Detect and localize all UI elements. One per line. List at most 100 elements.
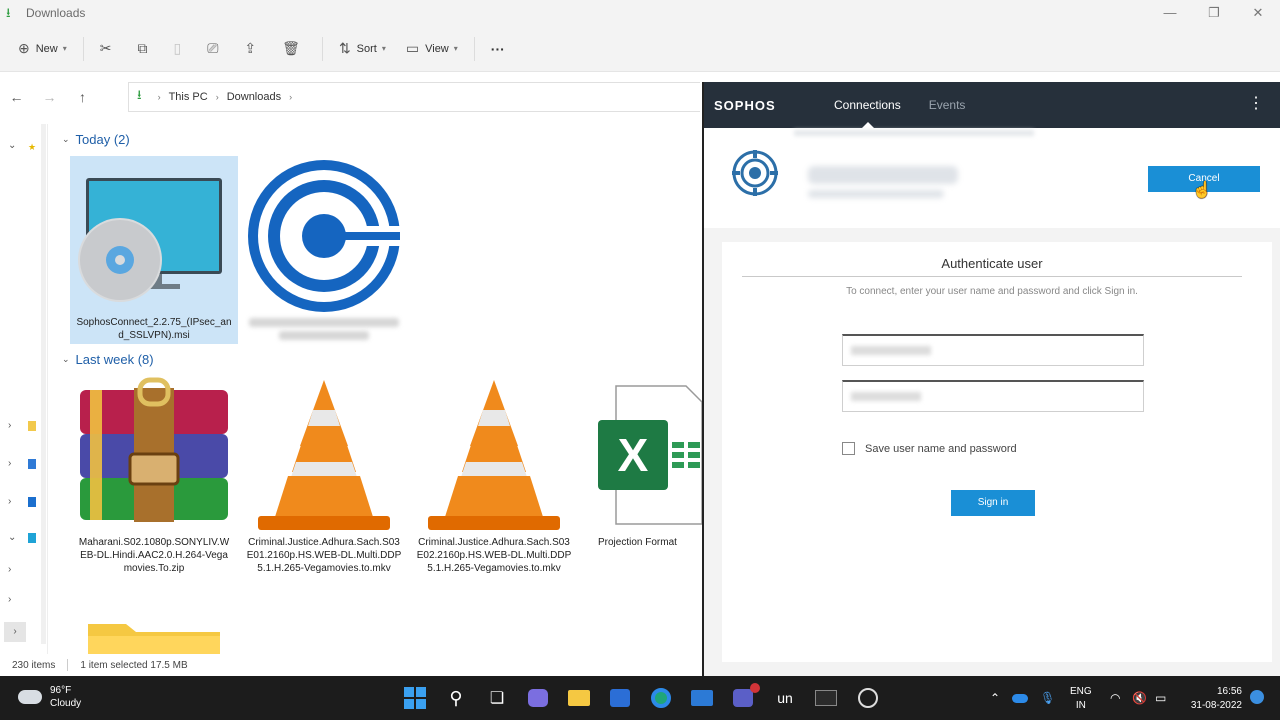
- file-name: Criminal.Justice.Adhura.Sach.S03E02.2160…: [416, 537, 572, 574]
- file-item[interactable]: Criminal.Justice.Adhura.Sach.S03E01.2160…: [240, 376, 408, 575]
- mail-button[interactable]: [687, 684, 717, 712]
- share-button[interactable]: ⇪: [234, 34, 272, 64]
- search-icon: ⚲: [449, 687, 463, 708]
- store-button[interactable]: [605, 684, 635, 712]
- task-view-icon: ❏: [489, 690, 505, 707]
- expand-chevron-icon[interactable]: ⌄: [8, 140, 16, 151]
- toolbar-divider: [473, 36, 475, 61]
- edge-button[interactable]: [646, 684, 676, 712]
- chevron-down-icon: ▾: [453, 44, 458, 53]
- maximize-icon[interactable]: ❐: [1192, 0, 1236, 26]
- hand-cursor-icon: ☝: [1192, 182, 1212, 199]
- delete-button[interactable]: 🗑: [272, 34, 316, 64]
- wifi-icon: ◠: [1110, 691, 1121, 705]
- search-button[interactable]: ⚲: [441, 684, 471, 712]
- file-explorer-taskbar-button[interactable]: [564, 684, 594, 712]
- back-arrow-icon[interactable]: ←: [0, 89, 33, 105]
- tab-events[interactable]: Events: [929, 98, 966, 112]
- installer-icon: [70, 156, 238, 316]
- rename-button[interactable]: ⎚: [197, 34, 234, 64]
- expand-chevron-icon[interactable]: ›: [8, 420, 11, 431]
- expand-chevron-icon[interactable]: ›: [8, 458, 11, 469]
- task-view-button[interactable]: ❏: [482, 684, 512, 712]
- notification-icon[interactable]: [1250, 690, 1264, 704]
- file-item[interactable]: [70, 608, 238, 654]
- sort-button[interactable]: ⇅ Sort ▾: [329, 34, 396, 64]
- file-list: ⌄ Today (2) SophosConnect_2.2.75_(IPsec_…: [56, 124, 702, 654]
- file-item[interactable]: X Projection Format: [580, 376, 702, 549]
- auth-heading: Authenticate user: [941, 256, 1043, 271]
- expand-chevron-icon[interactable]: ›: [8, 564, 11, 575]
- save-credentials-checkbox[interactable]: [842, 442, 855, 455]
- download-icon: ⭳: [6, 5, 11, 20]
- battery-button[interactable]: ▭: [1155, 676, 1166, 720]
- tray-overflow-button[interactable]: ⌃: [990, 676, 1000, 720]
- cloud-icon: [28, 459, 36, 469]
- chat-icon: [528, 689, 548, 707]
- file-item[interactable]: Maharani.S02.1080p.SONYLIV.WEB-DL.Hindi.…: [70, 376, 238, 575]
- chat-button[interactable]: [523, 684, 553, 712]
- pc-icon: [28, 533, 36, 543]
- folder-icon: [86, 618, 222, 654]
- expand-chevron-icon[interactable]: ›: [8, 496, 11, 507]
- chevron-down-icon: ⌄: [62, 134, 70, 144]
- nav-scrollbar[interactable]: [41, 124, 46, 644]
- username-field[interactable]: [842, 334, 1144, 366]
- password-field[interactable]: [842, 380, 1144, 412]
- view-button[interactable]: ▭ View ▾: [396, 34, 468, 64]
- copy-button[interactable]: ⧉: [128, 34, 164, 64]
- forward-arrow-icon[interactable]: →: [33, 89, 66, 105]
- expand-chevron-icon[interactable]: ⌄: [8, 532, 16, 543]
- file-item[interactable]: Criminal.Justice.Adhura.Sach.S03E02.2160…: [410, 376, 578, 575]
- auth-hint: To connect, enter your user name and pas…: [846, 286, 1138, 297]
- sort-icon: ⇅: [338, 40, 351, 56]
- star-icon: ★: [28, 142, 37, 152]
- wifi-button[interactable]: ◠: [1110, 676, 1120, 720]
- more-vertical-icon[interactable]: ⋮: [1248, 96, 1264, 112]
- sophos-taskbar-button[interactable]: [853, 684, 883, 712]
- volume-button[interactable]: 🔇: [1132, 676, 1147, 720]
- cut-button[interactable]: ✂: [90, 34, 128, 64]
- expand-chevron-icon[interactable]: ›: [8, 594, 11, 605]
- group-header-last-week[interactable]: ⌄ Last week (8): [62, 352, 154, 367]
- volume-muted-icon: 🔇: [1132, 691, 1147, 705]
- breadcrumb[interactable]: ⭳ › This PC › Downloads ›: [128, 82, 700, 112]
- heading-divider: [742, 276, 1242, 277]
- title-bar: ⭳ Downloads — ❐ ✕: [0, 0, 1280, 26]
- teams-button[interactable]: [728, 683, 760, 712]
- file-item[interactable]: SophosConnect_2.2.75_(IPsec_and_SSLVPN).…: [70, 156, 238, 344]
- blurred-text: [851, 392, 921, 401]
- input-language[interactable]: ENG IN: [1070, 685, 1092, 713]
- file-item[interactable]: [240, 156, 408, 344]
- paste-button[interactable]: ▯: [164, 34, 198, 64]
- winrar-archive-icon: [70, 376, 238, 536]
- more-button[interactable]: ···: [481, 34, 515, 64]
- microphone-button[interactable]: 🎙: [1040, 676, 1055, 720]
- new-button[interactable]: ⊕ New ▾: [8, 34, 77, 64]
- clock-date: 31-08-2022: [1190, 700, 1242, 711]
- breadcrumb-downloads[interactable]: Downloads: [227, 91, 281, 103]
- up-arrow-icon[interactable]: ↑: [66, 89, 99, 105]
- group-header-today[interactable]: ⌄ Today (2): [62, 132, 130, 147]
- toolbar-divider: [321, 36, 323, 61]
- item-count: 230 items: [12, 659, 56, 671]
- app-un-button[interactable]: un: [770, 684, 800, 712]
- toolbar-divider: [82, 36, 84, 61]
- start-button[interactable]: [400, 684, 430, 712]
- clock[interactable]: 16:56 31-08-2022: [1191, 685, 1242, 713]
- file-name: Projection Format: [598, 537, 677, 548]
- more-icon: ···: [490, 40, 505, 57]
- terminal-button[interactable]: [811, 684, 841, 712]
- sign-in-button[interactable]: Sign in: [951, 490, 1035, 516]
- tab-connections[interactable]: Connections: [834, 98, 901, 128]
- svg-text:X: X: [618, 429, 649, 481]
- onedrive-button[interactable]: [1012, 676, 1028, 720]
- window-title: Downloads: [26, 6, 86, 20]
- close-icon[interactable]: ✕: [1236, 0, 1280, 26]
- expand-chevron-icon[interactable]: ›: [4, 622, 26, 642]
- sophos-header: SOPHOS Connections Events ⋮: [704, 82, 1280, 128]
- minimize-icon[interactable]: —: [1148, 0, 1192, 26]
- weather-widget[interactable]: 96°F Cloudy: [18, 684, 81, 710]
- breadcrumb-this-pc[interactable]: This PC: [169, 91, 208, 103]
- notification-badge: [750, 683, 760, 693]
